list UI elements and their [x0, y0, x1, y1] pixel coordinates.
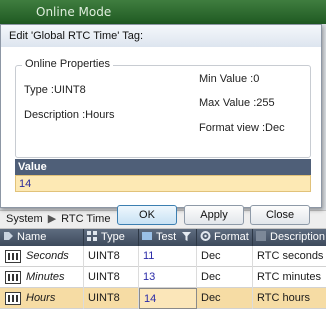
tag-icon: [5, 271, 21, 284]
apply-button[interactable]: Apply: [184, 205, 244, 225]
type-grid-icon: [87, 231, 97, 241]
test-icon: [142, 232, 152, 240]
cell-name: Seconds: [22, 246, 84, 267]
cell-test[interactable]: 11: [139, 246, 197, 267]
cell-name: Hours: [22, 288, 84, 309]
property-type: Type :UINT8: [24, 84, 86, 96]
value-label: Value: [15, 159, 311, 175]
column-header-format-label: Format: [214, 231, 249, 243]
cell-description: RTC minutes: [257, 271, 321, 283]
column-header-description[interactable]: Description: [253, 229, 326, 246]
tag-icon: [5, 292, 21, 305]
online-properties-group: Online Properties Type :UINT8 Descriptio…: [15, 58, 311, 158]
gear-icon: [200, 231, 211, 241]
column-header-format[interactable]: Format: [197, 229, 253, 246]
cell-description: RTC hours: [257, 292, 310, 304]
column-header-name[interactable]: Name: [0, 229, 84, 246]
property-min-value: Min Value :0: [199, 73, 260, 85]
column-header-description-label: Description: [270, 231, 326, 243]
breadcrumb-separator-icon: ▶: [47, 213, 57, 225]
column-header-test[interactable]: Test: [139, 229, 197, 246]
table-row[interactable]: Seconds UINT8 11 Dec RTC seconds: [0, 246, 326, 267]
tag-icon: [4, 232, 13, 240]
column-header-type[interactable]: Type: [84, 229, 139, 246]
dialog-title: Edit 'Global RTC Time' Tag:: [1, 25, 321, 47]
property-max-value: Max Value :255: [199, 97, 275, 109]
column-header-test-label: Test: [156, 231, 177, 243]
breadcrumb-item-system[interactable]: System: [6, 211, 43, 228]
cell-test[interactable]: 13: [139, 267, 197, 288]
group-title: Online Properties: [22, 58, 113, 70]
property-format-view: Format view :Dec: [199, 122, 285, 134]
table-header: Name Type Test Format Description: [0, 229, 326, 246]
tag-table: Name Type Test Format Description Second…: [0, 229, 326, 311]
ok-button[interactable]: OK: [117, 205, 177, 225]
property-description: Description :Hours: [24, 109, 115, 121]
table-row-selected[interactable]: Hours UINT8 14 Dec RTC hours: [0, 288, 326, 309]
close-button[interactable]: Close: [250, 205, 310, 225]
edit-tag-dialog: Edit 'Global RTC Time' Tag: Online Prope…: [0, 24, 322, 225]
column-header-name-label: Name: [17, 231, 47, 243]
cell-type: UINT8: [84, 267, 139, 288]
filter-icon[interactable]: [182, 232, 192, 241]
cell-format: Dec: [197, 288, 253, 309]
cell-format: Dec: [197, 246, 253, 267]
cell-format: Dec: [197, 267, 253, 288]
app-mode-title: Online Mode: [36, 5, 112, 19]
cell-type: UINT8: [84, 288, 139, 309]
cell-name: Minutes: [22, 267, 84, 288]
cell-type: UINT8: [84, 246, 139, 267]
cell-test[interactable]: 14: [139, 288, 197, 309]
value-input[interactable]: [15, 175, 311, 192]
app-title-bar: Online Mode: [0, 0, 326, 24]
tag-icon: [5, 250, 21, 263]
column-header-type-label: Type: [101, 231, 125, 243]
description-icon: [256, 231, 266, 241]
table-row[interactable]: Minutes UINT8 13 Dec RTC minutes: [0, 267, 326, 288]
cell-description: RTC seconds: [257, 250, 324, 262]
breadcrumb-item-rtc-time[interactable]: RTC Time: [61, 211, 110, 228]
